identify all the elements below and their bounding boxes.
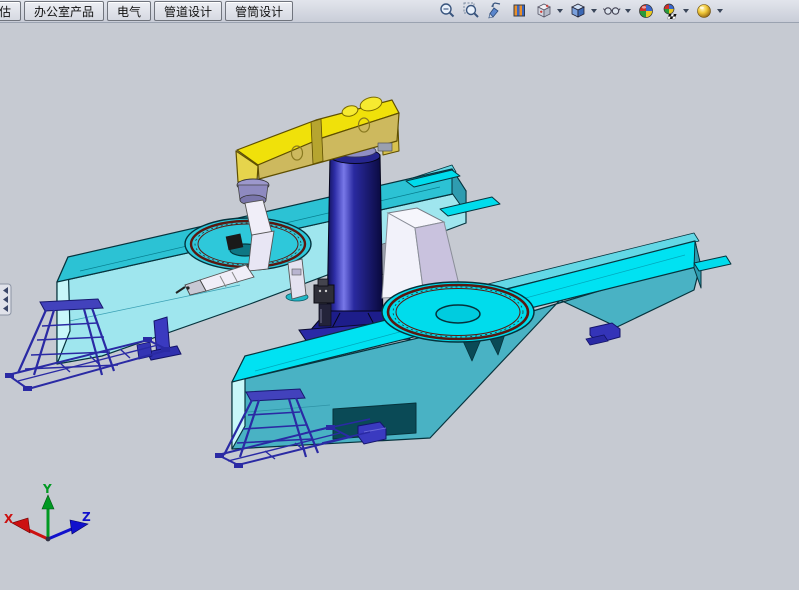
apply-scene-icon[interactable]	[659, 1, 681, 21]
zoom-to-area-icon[interactable]	[461, 1, 483, 21]
apply-scene-dropdown-caret[interactable]	[683, 9, 689, 13]
hide-show-items-dropdown-caret[interactable]	[625, 9, 631, 13]
tab-tubing-design[interactable]: 管筒设计	[225, 1, 293, 21]
graphics-area[interactable]: Y X Z	[0, 23, 799, 590]
tab-evaluate-partial[interactable]: 估	[0, 1, 21, 21]
triad-x-label: X	[4, 512, 14, 526]
view-settings-icon[interactable]	[693, 1, 715, 21]
view-tools	[436, 1, 726, 21]
section-view-icon[interactable]	[509, 1, 531, 21]
zoom-to-fit-icon[interactable]	[437, 1, 459, 21]
triad-y-label: Y	[42, 482, 52, 496]
panel-splitter-button[interactable]	[0, 284, 11, 315]
view-settings-dropdown-caret[interactable]	[717, 9, 723, 13]
tab-piping-design[interactable]: 管道设计	[154, 1, 222, 21]
triad-z-label: Z	[82, 510, 91, 524]
view-orientation-icon[interactable]	[533, 1, 555, 21]
edit-appearance-icon[interactable]	[635, 1, 657, 21]
view-orientation-dropdown-caret[interactable]	[557, 9, 563, 13]
tab-electrical[interactable]: 电气	[107, 1, 151, 21]
display-style-dropdown-caret[interactable]	[591, 9, 597, 13]
hide-show-items-icon[interactable]	[601, 1, 623, 21]
command-toolbar: 估 办公室产品 电气 管道设计 管筒设计	[0, 0, 799, 23]
viewport-3d[interactable]: Y X Z	[0, 23, 799, 590]
right-turntable-ring[interactable]	[382, 282, 534, 342]
tab-office-products[interactable]: 办公室产品	[24, 1, 104, 21]
previous-view-icon[interactable]	[485, 1, 507, 21]
command-tabs: 估 办公室产品 电气 管道设计 管筒设计	[0, 1, 296, 21]
display-style-icon[interactable]	[567, 1, 589, 21]
